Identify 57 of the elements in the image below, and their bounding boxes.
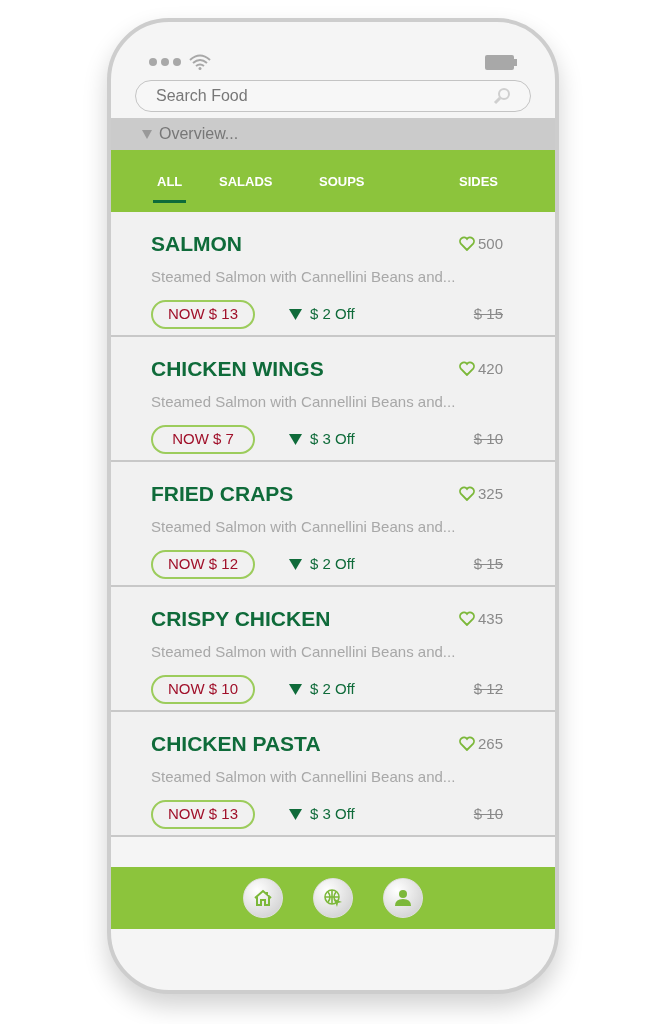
discount: $ 3 Off: [310, 804, 355, 825]
home-icon: [253, 888, 273, 908]
down-arrow-icon: [289, 684, 302, 695]
old-price: $ 10: [473, 429, 503, 450]
current-price: NOW $ 10: [151, 675, 255, 704]
down-arrow-icon: [289, 559, 302, 570]
down-arrow-icon: [289, 309, 302, 320]
nav-button[interactable]: [243, 878, 283, 918]
like-count: 265: [477, 733, 503, 754]
food-name: CHICKEN PASTA: [151, 731, 321, 757]
discount: $ 2 Off: [310, 554, 355, 575]
food-name: CHICKEN WINGS: [151, 356, 324, 382]
heart-icon[interactable]: [458, 236, 475, 252]
old-price: $ 15: [473, 304, 503, 325]
like-count: 435: [477, 608, 503, 629]
heart-icon[interactable]: [458, 736, 475, 752]
discount: $ 3 Off: [310, 429, 355, 450]
old-price: $ 12: [473, 679, 503, 700]
current-price: NOW $ 7: [151, 425, 255, 454]
globe-cursor-icon: [323, 888, 343, 908]
search-field[interactable]: Search Food: [135, 80, 531, 112]
food-name: FRIED CRAPS: [151, 481, 294, 507]
discount: $ 2 Off: [310, 679, 355, 700]
old-price: $ 10: [473, 804, 503, 825]
food-name: SALMON: [151, 231, 242, 257]
discount: $ 2 Off: [310, 304, 355, 325]
old-price: $ 15: [473, 554, 503, 575]
overview-label: Overview...: [159, 124, 239, 144]
food-item[interactable]: CHICKEN WINGS 420 Steamed Salmon with Cannellini Beans and... NOW $ 7 $ 3 Off $ 10: [111, 337, 555, 462]
food-item[interactable]: SALMON 500 Steamed Salmon with Cannellini Beans and... NOW $ 13 $ 2 Off $ 15: [111, 212, 555, 337]
current-price: NOW $ 12: [151, 550, 255, 579]
food-description: Steamed Salmon with Cannellini Beans and...: [151, 391, 457, 412]
food-name: CRISPY CHICKEN: [151, 606, 331, 632]
like-count: 500: [477, 233, 503, 254]
like-count: 420: [477, 358, 503, 379]
search-icon: [493, 87, 511, 105]
current-price: NOW $ 13: [151, 800, 255, 829]
food-description: Steamed Salmon with Cannellini Beans and...: [151, 516, 457, 537]
nav-button[interactable]: [383, 878, 423, 918]
heart-icon[interactable]: [458, 611, 475, 627]
down-arrow-icon: [289, 809, 302, 820]
down-arrow-icon: [289, 434, 302, 445]
user-icon: [393, 888, 413, 908]
food-item[interactable]: FRIED CRAPS 325 Steamed Salmon with Cannellini Beans and... NOW $ 12 $ 2 Off $ 15: [111, 462, 555, 587]
food-description: Steamed Salmon with Cannellini Beans and...: [151, 641, 457, 662]
like-count: 325: [477, 483, 503, 504]
food-item[interactable]: CRISPY CHICKEN 435 Steamed Salmon with Cannellini Beans and... NOW $ 10 $ 2 Off $ 12: [111, 587, 555, 712]
heart-icon[interactable]: [458, 361, 475, 377]
wifi-icon: [189, 54, 211, 70]
battery-icon: [485, 55, 517, 70]
signal-dots-icon: [149, 58, 181, 66]
heart-icon[interactable]: [458, 486, 475, 502]
food-description: Steamed Salmon with Cannellini Beans and...: [151, 766, 457, 787]
food-item[interactable]: CHICKEN PASTA 265 Steamed Salmon with Cannellini Beans and... NOW $ 13 $ 3 Off $ 10: [111, 712, 555, 837]
food-description: Steamed Salmon with Cannellini Beans and...: [151, 266, 457, 287]
current-price: NOW $ 13: [151, 300, 255, 329]
nav-button[interactable]: [313, 878, 353, 918]
